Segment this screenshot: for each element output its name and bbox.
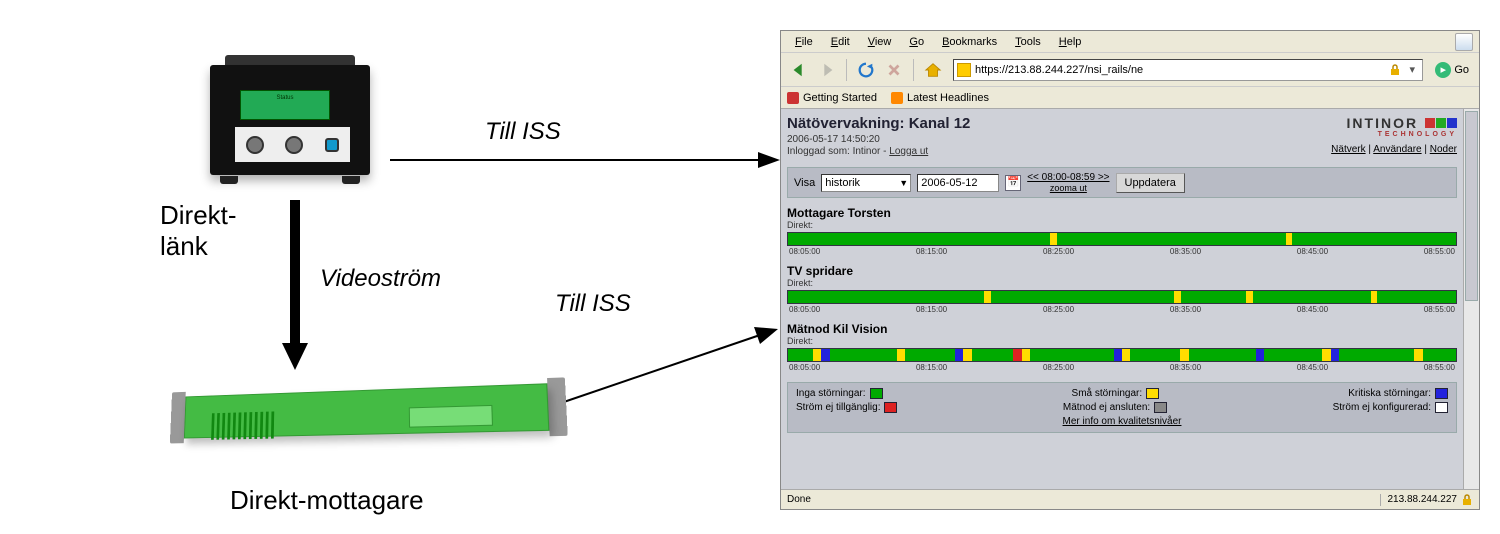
browser-window: File Edit View Go Bookmarks Tools Help h… <box>780 30 1480 510</box>
timeline-bar[interactable] <box>787 232 1457 246</box>
section-mottagare-torsten: Mottagare Torsten Direkt: 08:05:0008:15:… <box>787 206 1457 256</box>
legend-kritiska: Kritiska störningar: <box>1348 388 1448 399</box>
legend-inga: Inga störningar: <box>796 388 883 399</box>
diagram-area: Status Direkt- länk Videoström Till ISS … <box>0 0 780 534</box>
menubar: File Edit View Go Bookmarks Tools Help <box>781 31 1479 53</box>
go-button[interactable]: ▸Go <box>1431 62 1473 78</box>
section-sublabel: Direkt: <box>787 278 1457 288</box>
label-direktlank: Direkt- länk <box>160 200 237 262</box>
direktlank-device: Status <box>205 55 375 180</box>
menu-edit[interactable]: Edit <box>823 34 858 50</box>
time-ticks: 08:05:0008:15:0008:25:00 08:35:0008:45:0… <box>787 363 1457 372</box>
reload-button[interactable] <box>854 58 878 82</box>
more-info-link[interactable]: Mer info om kvalitetsnivåer <box>796 416 1448 427</box>
logout-link[interactable]: Logga ut <box>889 146 928 157</box>
date-input[interactable]: 2006-05-12 <box>917 174 999 192</box>
back-button[interactable] <box>787 58 811 82</box>
legend-ejtill: Ström ej tillgänglig: <box>796 402 897 413</box>
section-sublabel: Direkt: <box>787 220 1457 230</box>
zoom-out-link[interactable]: zooma ut <box>1027 183 1109 193</box>
page-content: Nätövervakning: Kanal 12 2006-05-17 14:5… <box>781 109 1463 489</box>
page-title: Nätövervakning: Kanal 12 <box>787 115 970 132</box>
stop-button[interactable] <box>882 58 906 82</box>
status-text: Done <box>781 494 1380 505</box>
legend-ejkonf: Ström ej konfigurerad: <box>1333 402 1448 413</box>
page-timestamp: 2006-05-17 14:50:20 <box>787 134 970 145</box>
section-title: Mottagare Torsten <box>787 206 1457 220</box>
brand-logo: INTINOR TECHNOLOGY <box>1331 115 1457 138</box>
control-bar: Visa historik▼ 2006-05-12 📅 << 08:00-08:… <box>787 167 1457 198</box>
update-button[interactable]: Uppdatera <box>1116 173 1185 193</box>
time-ticks: 08:05:0008:15:0008:25:00 08:35:0008:45:0… <box>787 247 1457 256</box>
home-button[interactable] <box>921 58 945 82</box>
view-select[interactable]: historik▼ <box>821 174 911 192</box>
forward-button[interactable] <box>815 58 839 82</box>
section-sublabel: Direkt: <box>787 336 1457 346</box>
menu-tools[interactable]: Tools <box>1007 34 1049 50</box>
bookmark-icon <box>787 92 799 104</box>
direktmottagare-device <box>184 373 550 443</box>
nav-toolbar: https://213.88.244.227/nsi_rails/ne ▾ ▸G… <box>781 53 1479 87</box>
menu-bookmarks[interactable]: Bookmarks <box>934 34 1005 50</box>
bookmark-getting-started[interactable]: Getting Started <box>787 92 877 104</box>
section-tv-spridare: TV spridare Direkt: 08:05:0008:15:0008:2… <box>787 264 1457 314</box>
legend-box: Inga störningar: Små störningar: Kritisk… <box>787 382 1457 433</box>
section-title: Mätnod Kil Vision <box>787 322 1457 336</box>
favicon-icon <box>957 63 971 77</box>
visa-label: Visa <box>794 177 815 189</box>
login-info: Inloggad som: Intinor - Logga ut <box>787 146 970 157</box>
rss-icon <box>891 92 903 104</box>
menu-file[interactable]: File <box>787 34 821 50</box>
url-dropdown-icon[interactable]: ▾ <box>1405 63 1419 76</box>
arrow-to-iss-1 <box>390 120 780 180</box>
menu-view[interactable]: View <box>860 34 900 50</box>
menu-help[interactable]: Help <box>1051 34 1090 50</box>
section-matnod-kil-vision: Mätnod Kil Vision Direkt: 08:05:0008:15:… <box>787 322 1457 372</box>
vertical-scrollbar[interactable] <box>1463 109 1479 489</box>
url-text: https://213.88.244.227/nsi_rails/ne <box>975 64 1385 76</box>
legend-matnod: Mätnod ej ansluten: <box>1063 402 1167 413</box>
nav-anvandare[interactable]: Användare <box>1373 144 1421 155</box>
bookmarks-toolbar: Getting Started Latest Headlines <box>781 87 1479 109</box>
time-ticks: 08:05:0008:15:0008:25:00 08:35:0008:45:0… <box>787 305 1457 314</box>
throbber-icon <box>1455 33 1473 51</box>
nav-noder[interactable]: Noder <box>1430 144 1457 155</box>
status-host: 213.88.244.227 <box>1380 494 1479 506</box>
label-videostrom: Videoström <box>320 265 441 293</box>
statusbar: Done 213.88.244.227 <box>781 489 1479 509</box>
timeline-bar[interactable] <box>787 348 1457 362</box>
calendar-icon[interactable]: 📅 <box>1005 175 1021 191</box>
label-till-iss-2: Till ISS <box>555 290 631 318</box>
nav-natverk[interactable]: Nätverk <box>1331 144 1365 155</box>
arrow-to-iss-2 <box>555 310 780 410</box>
lock-icon <box>1461 494 1473 506</box>
lock-icon <box>1389 64 1401 76</box>
legend-sma: Små störningar: <box>1072 388 1160 399</box>
timeline-bar[interactable] <box>787 290 1457 304</box>
section-title: TV spridare <box>787 264 1457 278</box>
menu-go[interactable]: Go <box>901 34 932 50</box>
time-range[interactable]: << 08:00-08:59 >> zooma ut <box>1027 172 1109 193</box>
arrow-videostream <box>280 195 310 365</box>
url-bar[interactable]: https://213.88.244.227/nsi_rails/ne ▾ <box>953 59 1423 81</box>
bookmark-latest-headlines[interactable]: Latest Headlines <box>891 92 989 104</box>
device-lcd: Status <box>240 90 330 120</box>
top-nav: Nätverk | Användare | Noder <box>1331 144 1457 155</box>
label-direktmottagare: Direkt-mottagare <box>230 485 424 516</box>
label-till-iss-1: Till ISS <box>485 118 561 146</box>
